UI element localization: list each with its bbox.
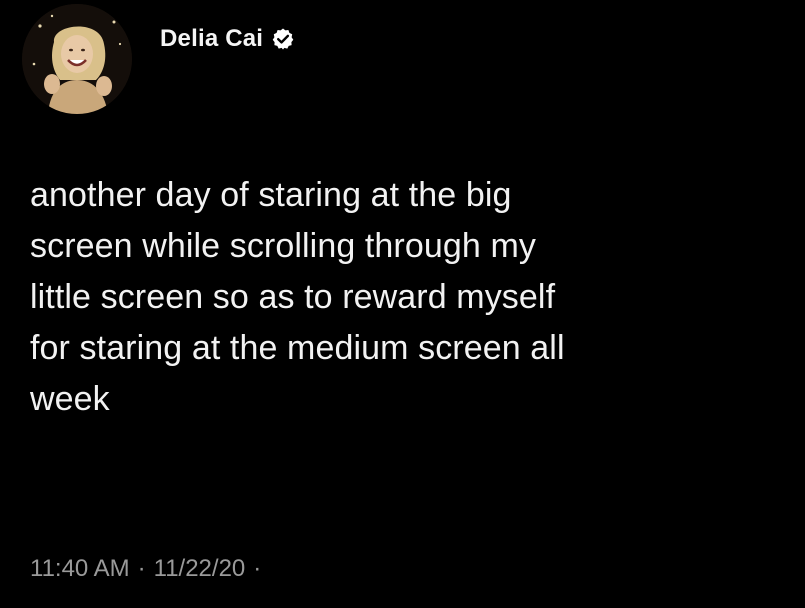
author-avatar[interactable]: [22, 4, 132, 114]
tweet-text: another day of staring at the big screen…: [30, 176, 565, 418]
author-display-name[interactable]: Delia Cai: [160, 25, 263, 53]
tweet-card: Delia Cai another day of staring at the …: [0, 0, 805, 608]
meta-trailing-separator: ·: [253, 555, 262, 582]
meta-separator: ·: [137, 555, 146, 582]
tweet-metadata: 11:40 AM · 11/22/20 ·: [30, 555, 261, 583]
verified-badge-icon: [271, 27, 295, 51]
author-header: Delia Cai: [160, 22, 295, 56]
tweet-time[interactable]: 11:40 AM: [30, 555, 130, 583]
profile-photo-icon: [22, 4, 132, 114]
tweet-date[interactable]: 11/22/20: [154, 555, 246, 583]
